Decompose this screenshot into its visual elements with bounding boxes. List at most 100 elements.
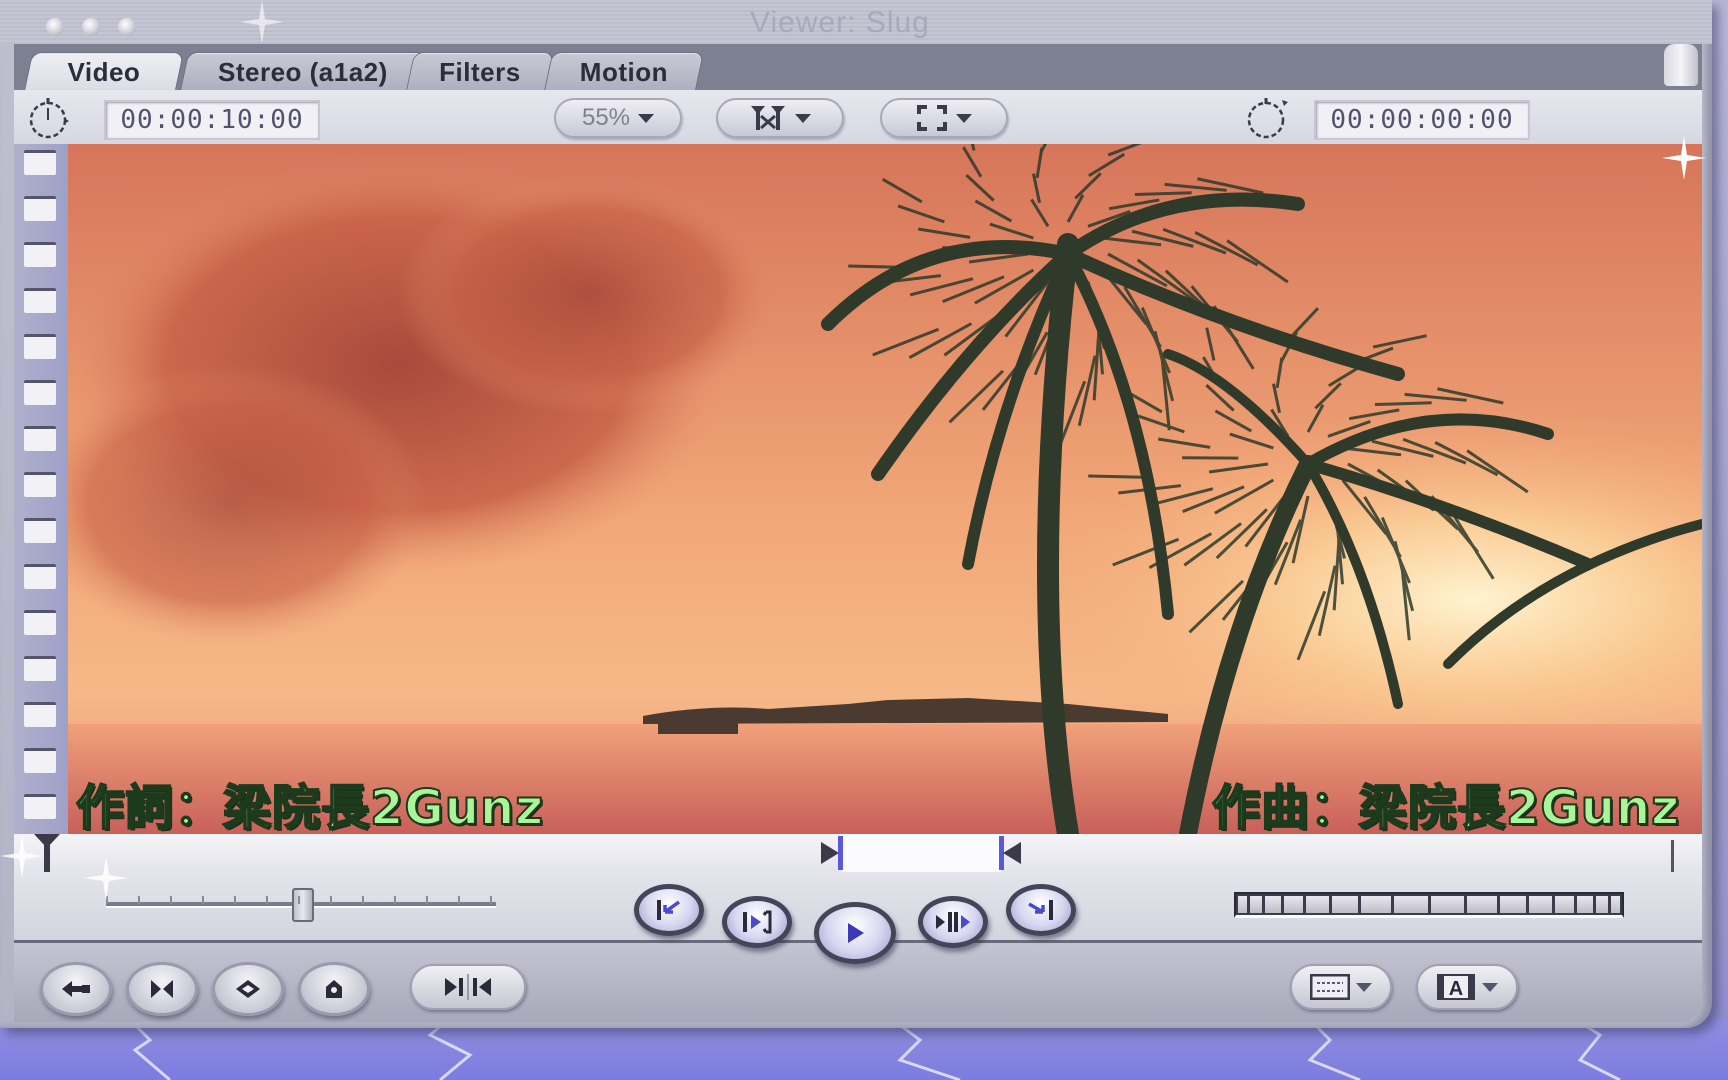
shuttle-tick [170, 896, 172, 904]
jog-wheel-segment [1361, 896, 1392, 913]
zoom-button[interactable] [118, 18, 136, 36]
tab-stereo-label: Stereo (a1a2) [217, 57, 388, 87]
scrubber-bar[interactable] [14, 834, 1702, 875]
go-to-in-point-button[interactable] [634, 884, 704, 936]
lyricist-caption: 作詞：梁院長2Gunz [75, 779, 545, 837]
out-point-marker-icon[interactable] [999, 836, 1022, 870]
go-to-out-icon [1028, 900, 1053, 920]
title-bar[interactable]: Viewer: Slug [0, 0, 1712, 44]
shuttle-knob[interactable] [292, 888, 314, 922]
insert-edit-button[interactable] [40, 962, 112, 1016]
jog-wheel-segment [1430, 896, 1464, 913]
close-button[interactable] [46, 18, 64, 36]
tab-filters-label: Filters [439, 57, 521, 87]
tab-filters[interactable]: Filters [405, 52, 555, 91]
play-around-current-button[interactable] [918, 896, 988, 948]
shuttle-tick [234, 896, 236, 904]
fit-to-window-icon [917, 105, 947, 131]
zoom-value: 55% [581, 104, 631, 131]
marker-icon [326, 980, 342, 998]
current-time-clock-icon [1247, 98, 1288, 139]
duration-timecode-field[interactable]: 00:00:10:00 [104, 100, 320, 140]
jog-wheel-segment [1394, 896, 1428, 913]
minimize-button[interactable] [82, 18, 100, 36]
tab-motion[interactable]: Motion [543, 52, 705, 91]
tab-video[interactable]: Video [23, 52, 185, 91]
filmstrip-sprocket [24, 656, 56, 681]
shuttle-tick [426, 896, 428, 904]
text-generator-icon: A [1437, 974, 1475, 1000]
shuttle-tick [138, 896, 140, 904]
go-to-in-icon [657, 900, 681, 920]
view-popup[interactable] [716, 98, 844, 138]
video-frame-image [68, 144, 1702, 834]
match-frame-icon [151, 980, 173, 998]
match-frame-button[interactable] [126, 962, 198, 1016]
generator-popup[interactable]: A [1416, 964, 1518, 1010]
play-icon [848, 923, 864, 943]
shuttle-slider[interactable] [106, 888, 496, 922]
filmstrip-sprocket [24, 426, 56, 451]
shuttle-tick [362, 896, 364, 904]
recent-clips-popup[interactable] [1290, 964, 1392, 1010]
clip-list-icon [1310, 974, 1350, 1000]
tab-motion-label: Motion [579, 57, 668, 87]
transport-controls: A [14, 872, 1702, 1022]
palm-frond [1134, 191, 1192, 197]
tab-stereo[interactable]: Stereo (a1a2) [179, 52, 427, 91]
current-timecode-field[interactable]: 00:00:00:00 [1314, 100, 1530, 140]
zoom-popup[interactable]: 55% [554, 98, 682, 138]
fit-popup[interactable] [880, 98, 1008, 138]
composer-caption: 作曲：梁院長2Gunz [1211, 779, 1681, 837]
shuttle-tick [394, 896, 396, 904]
filmstrip-edge [14, 144, 68, 834]
window-title: Viewer: Slug [750, 6, 930, 39]
mark-in-out-icon [445, 974, 491, 1000]
add-keyframe-button[interactable] [212, 962, 284, 1016]
chevron-down-icon [795, 113, 811, 123]
playhead[interactable] [44, 834, 50, 872]
chevron-down-icon [1356, 982, 1372, 992]
jog-wheel-segment [1238, 896, 1247, 913]
filmstrip-sprocket [24, 242, 56, 267]
in-out-range [841, 834, 1002, 872]
viewer-window: Viewer: Slug Video Stereo (a1a2) Filters… [0, 0, 1712, 1028]
shuttle-tick [106, 896, 108, 904]
viewer-toolbar: 00:00:10:00 55% 00:00:00:00 [14, 90, 1702, 146]
palm-frond [848, 264, 909, 269]
palm-frond [1088, 474, 1149, 479]
jog-wheel-segment [1595, 896, 1609, 913]
filmstrip-sprocket [24, 380, 56, 405]
duration-clock-icon [29, 98, 69, 139]
video-canvas[interactable] [68, 144, 1702, 834]
in-point-marker-icon[interactable] [821, 836, 844, 870]
filmstrip-sprocket [24, 748, 56, 773]
jog-wheel[interactable] [1234, 892, 1624, 918]
jog-wheel-segment [1466, 896, 1497, 913]
filmstrip-sprocket [24, 610, 56, 635]
window-resize-knob[interactable] [1664, 44, 1698, 86]
jog-wheel-segment [1283, 896, 1304, 913]
play-button[interactable] [814, 902, 896, 964]
jog-wheel-segment [1554, 896, 1575, 913]
shuttle-tick [490, 896, 492, 904]
insert-icon [62, 981, 90, 997]
mark-in-out-button[interactable] [410, 964, 526, 1010]
shuttle-tick [298, 896, 300, 904]
filmstrip-sprocket [24, 794, 56, 819]
jog-wheel-segment [1611, 896, 1620, 913]
go-to-out-point-button[interactable] [1006, 884, 1076, 936]
play-in-to-out-button[interactable] [722, 896, 792, 948]
add-marker-button[interactable] [298, 962, 370, 1016]
filmstrip-sprocket [24, 472, 56, 497]
shuttle-tick [202, 896, 204, 904]
jog-wheel-segment [1265, 896, 1281, 913]
jog-wheel-segment [1499, 896, 1527, 913]
keyframe-icon [236, 980, 260, 998]
play-in-to-out-icon [743, 910, 772, 934]
end-marker [1671, 840, 1674, 872]
filmstrip-sprocket [24, 518, 56, 543]
play-around-icon [936, 912, 970, 932]
filmstrip-sprocket [24, 150, 56, 175]
palm-frond [1374, 401, 1432, 407]
